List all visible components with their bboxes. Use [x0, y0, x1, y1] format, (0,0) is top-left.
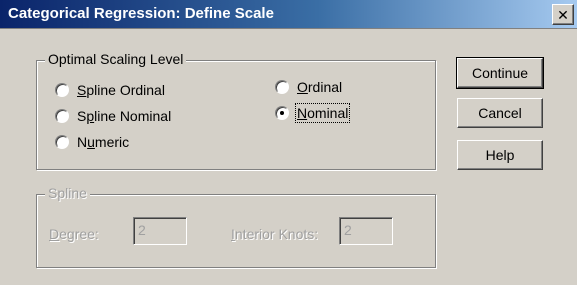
radio-numeric[interactable]: Numeric [55, 134, 129, 150]
help-button[interactable]: Help [457, 140, 543, 170]
optimal-scaling-level-group: Optimal Scaling Level Spline Ordinal Spl… [36, 51, 436, 170]
continue-button[interactable]: Continue [456, 57, 544, 89]
title-bar: Categorical Regression: Define Scale ✕ [0, 0, 577, 29]
radio-nominal-label: Nominal [294, 103, 351, 123]
spline-group: Spline Degree: 2 Interior Knots: 2 [36, 185, 436, 268]
radio-ordinal-circle[interactable] [275, 80, 289, 94]
radio-ordinal[interactable]: Ordinal [275, 79, 342, 95]
radio-spline-nominal-circle[interactable] [55, 109, 69, 123]
degree-input[interactable]: 2 [133, 217, 187, 245]
radio-nominal[interactable]: Nominal [275, 103, 351, 123]
radio-spline-ordinal[interactable]: Spline Ordinal [55, 82, 165, 98]
radio-numeric-circle[interactable] [55, 135, 69, 149]
radio-spline-nominal-label: Spline Nominal [77, 108, 172, 124]
radio-nominal-circle[interactable] [275, 106, 289, 120]
radio-numeric-label: Numeric [77, 134, 130, 150]
degree-label: Degree: [49, 226, 99, 242]
radio-ordinal-label: Ordinal [297, 79, 343, 95]
cancel-button[interactable]: Cancel [457, 98, 543, 128]
radio-spline-ordinal-circle[interactable] [55, 83, 69, 97]
interior-knots-input[interactable]: 2 [339, 217, 393, 245]
interior-knots-label: Interior Knots: [231, 226, 319, 242]
window-title: Categorical Regression: Define Scale [8, 5, 274, 22]
optimal-scaling-level-legend: Optimal Scaling Level [45, 51, 187, 67]
close-icon: ✕ [557, 6, 569, 23]
close-button[interactable]: ✕ [552, 4, 574, 25]
radio-spline-ordinal-label: Spline Ordinal [77, 82, 165, 98]
radio-spline-nominal[interactable]: Spline Nominal [55, 108, 171, 124]
spline-legend: Spline [45, 185, 90, 201]
